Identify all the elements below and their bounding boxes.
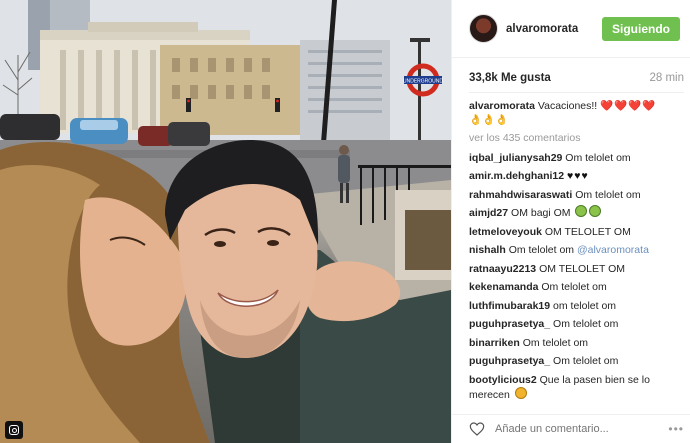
post-stats: 33,8k Me gusta 28 min	[452, 58, 690, 84]
comment-username[interactable]: bootylicious2	[469, 374, 537, 386]
underground-sign-text: UNDERGROUND	[403, 79, 443, 85]
comment-username[interactable]: nishalh	[469, 244, 506, 256]
comment-username[interactable]: puguhprasetya_	[469, 355, 550, 367]
comment-username[interactable]: letmeloveyouk	[469, 226, 542, 238]
comment-hearts: ♥♥♥	[567, 170, 589, 182]
comment-username[interactable]: kekenamanda	[469, 281, 538, 293]
comment-username[interactable]: aimjd27	[469, 207, 508, 219]
header-username[interactable]: alvaromorata	[506, 23, 602, 35]
multi-photo-icon	[5, 421, 23, 439]
comment-text: Om telolet om	[553, 355, 619, 367]
likes-count[interactable]: 33,8k Me gusta	[469, 72, 551, 84]
view-all-comments-link[interactable]: ver los 435 comentarios	[469, 129, 684, 148]
comment-row: nishalh Om telolet om @alvaromorata	[469, 241, 684, 260]
comment-row: binarriken Om telolet om	[469, 334, 684, 353]
comment-text: OM TELOLET OM	[539, 262, 626, 275]
comment-text: Om telolet om	[541, 281, 607, 293]
comment-text: Om telolet om	[553, 318, 619, 330]
post-header: alvaromorata Siguiendo	[452, 0, 690, 58]
comment-row: iqbal_julianysah29 Om telolet om	[469, 149, 684, 168]
post-sidebar: alvaromorata Siguiendo 33,8k Me gusta 28…	[451, 0, 690, 443]
comment-username[interactable]: ratnaayu2213	[469, 263, 536, 275]
comment-text: OM bagi OM	[511, 207, 571, 219]
comment-text: Om telolet om	[575, 188, 641, 201]
comment-row: rahmahdwisaraswati Om telolet om	[469, 186, 684, 205]
like-heart-icon[interactable]	[469, 421, 485, 437]
post-caption: alvaromorata Vacaciones!! ❤️❤️❤️❤️ 👌👌👌	[469, 99, 684, 127]
more-options-icon[interactable]: •••	[668, 422, 684, 436]
comment-mention-link[interactable]: @alvaromorata	[577, 244, 649, 256]
comment-row: aimjd27 OM bagi OM	[469, 204, 684, 223]
comment-text: Om telolet om	[522, 336, 589, 349]
caption-username[interactable]: alvaromorata	[469, 100, 535, 112]
caption-hearts: ❤️❤️❤️❤️	[600, 100, 657, 112]
comment-row: kekenamanda Om telolet om	[469, 278, 684, 297]
post-time[interactable]: 28 min	[649, 72, 684, 84]
instagram-post: UNDERGROUND alvaromorata Siguiendo 33,8k…	[0, 0, 690, 443]
photo-illustration: UNDERGROUND	[0, 0, 451, 443]
comment-username[interactable]: puguhprasetya_	[469, 318, 550, 330]
comment-text: Om telolet om	[508, 244, 575, 256]
comment-text: Om telolet om	[565, 151, 631, 164]
add-comment-input[interactable]	[493, 422, 669, 436]
comment-row: bootylicious2 Que la pasen bien se lo me…	[469, 374, 684, 402]
caption-hands: 👌👌👌	[469, 114, 509, 126]
comment-username[interactable]: rahmahdwisaraswati	[469, 189, 572, 201]
comment-row: puguhprasetya_ Om telolet om	[469, 352, 684, 371]
comments-list: alvaromorata Vacaciones!! ❤️❤️❤️❤️ 👌👌👌 v…	[452, 93, 690, 402]
grimace-emoji-icon	[589, 205, 602, 217]
comment-bar: •••	[452, 414, 690, 443]
comment-username[interactable]: iqbal_julianysah29	[469, 152, 562, 164]
comment-username[interactable]: luthfimubarak19	[469, 300, 550, 312]
grimace-emoji-icon	[575, 205, 588, 217]
post-photo[interactable]: UNDERGROUND	[0, 0, 451, 443]
comment-row: luthfimubarak19 om telolet om	[469, 297, 684, 316]
avatar[interactable]	[469, 14, 498, 43]
caption-text: Vacaciones!!	[537, 100, 598, 112]
comment-row: amir.m.dehghani12 ♥♥♥	[469, 167, 684, 186]
smile-emoji-icon	[514, 386, 527, 399]
comment-row: ratnaayu2213 OM TELOLET OM	[469, 260, 684, 279]
comment-row: letmeloveyouk OM TELOLET OM	[469, 223, 684, 242]
comment-username[interactable]: binarriken	[469, 337, 520, 349]
comment-username[interactable]: amir.m.dehghani12	[469, 170, 564, 182]
following-button[interactable]: Siguiendo	[602, 16, 680, 41]
comment-text: OM TELOLET OM	[544, 225, 631, 238]
comment-text: om telolet om	[553, 299, 617, 312]
comment-row: puguhprasetya_ Om telolet om	[469, 315, 684, 334]
